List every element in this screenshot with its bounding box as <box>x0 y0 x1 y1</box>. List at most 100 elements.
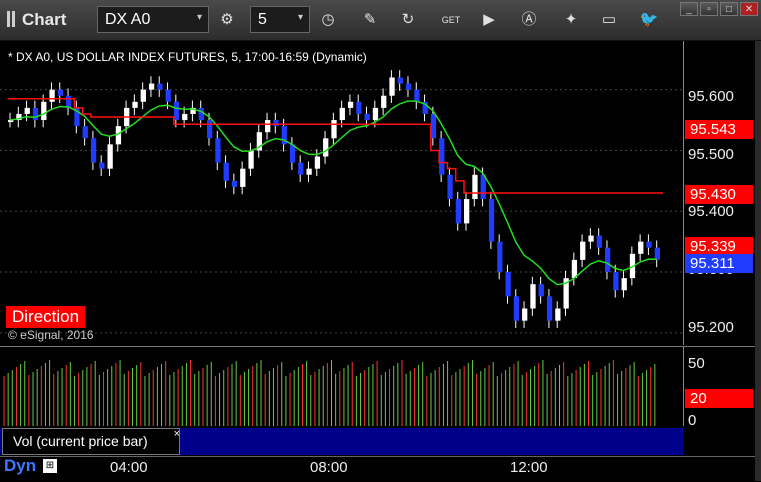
candle <box>24 107 30 114</box>
candle <box>248 150 254 169</box>
candle <box>206 120 213 139</box>
candle <box>223 162 229 181</box>
candle <box>347 101 354 108</box>
twitter-icon[interactable]: 🐦 <box>638 9 660 31</box>
candle <box>638 241 644 254</box>
candle <box>339 107 345 121</box>
candle <box>140 89 146 102</box>
candle <box>99 162 105 169</box>
volume-study-label[interactable]: Vol (current price bar) × <box>2 428 180 455</box>
candle <box>182 113 188 121</box>
restore-button[interactable]: ▫ <box>700 2 718 16</box>
candle <box>488 199 495 242</box>
candle <box>654 247 660 260</box>
candle <box>148 83 155 90</box>
candle <box>198 107 204 121</box>
price-tick: 95.500 <box>688 146 734 163</box>
candle <box>331 120 337 139</box>
dyn-label[interactable]: Dyn <box>4 456 36 476</box>
candle <box>621 278 627 291</box>
candle <box>273 120 279 127</box>
volume-panel[interactable] <box>0 346 683 426</box>
candle <box>646 241 652 248</box>
interval-input[interactable]: 5 ▾ <box>250 6 310 33</box>
red-stop-line <box>8 98 663 194</box>
clock-icon[interactable]: ◷ <box>317 9 339 31</box>
price-tag: 95.430 <box>685 185 753 204</box>
settings-icon[interactable]: ⚙ <box>216 9 238 31</box>
price-tag: 95.543 <box>685 120 753 139</box>
candle <box>389 77 395 96</box>
maximize-button[interactable]: □ <box>720 2 738 16</box>
time-tick: 04:00 <box>110 459 148 476</box>
lock-icon[interactable]: ⊞ <box>43 459 57 473</box>
candle <box>596 235 602 248</box>
price-panel[interactable] <box>0 41 683 345</box>
candle <box>32 107 39 121</box>
price-chart[interactable] <box>0 41 683 345</box>
candle <box>397 77 403 84</box>
candle <box>472 174 478 200</box>
window-title: Chart <box>22 10 67 29</box>
candle <box>555 308 561 321</box>
price-tick: 95.600 <box>688 88 734 105</box>
chart-header: * DX A0, US DOLLAR INDEX FUTURES, 5, 17:… <box>8 50 367 64</box>
candle <box>580 241 586 260</box>
direction-label: Direction <box>6 306 86 328</box>
chevron-down-icon[interactable]: ▾ <box>197 12 202 23</box>
candle <box>604 247 611 273</box>
candle <box>464 199 470 224</box>
pencil-icon[interactable]: ✎ <box>359 9 381 31</box>
volume-tick: 50 <box>688 355 705 372</box>
volume-chart[interactable] <box>0 347 683 426</box>
tools-icon[interactable]: ✦ <box>560 9 582 31</box>
candle <box>372 107 379 121</box>
get-icon[interactable]: GET <box>440 9 462 31</box>
last-price-tag: 95.311 <box>685 254 753 273</box>
candle <box>430 113 437 139</box>
volume-tick: 0 <box>688 412 697 429</box>
candle <box>513 296 520 321</box>
candle <box>364 113 370 121</box>
candle <box>240 168 246 187</box>
candle <box>265 120 271 133</box>
candle <box>405 83 412 90</box>
symbol-input[interactable]: DX A0 ▾ <box>97 6 209 33</box>
candle <box>298 162 304 175</box>
candle <box>157 83 163 90</box>
candle <box>173 101 180 121</box>
minimize-button[interactable]: _ <box>680 2 698 16</box>
comment-icon[interactable]: ▭ <box>598 9 620 31</box>
candle <box>613 272 619 291</box>
candle <box>538 284 544 297</box>
a-icon[interactable]: Ⓐ <box>518 9 540 31</box>
candle <box>414 89 420 102</box>
candle <box>546 296 553 321</box>
title-bar: Chart DX A0 ▾ ⚙ 5 ▾ ◷ ✎ ↻ GET ▶ Ⓐ ✦ ▭ 🐦 … <box>0 0 761 41</box>
candle <box>530 284 536 309</box>
candle <box>522 308 528 321</box>
price-tick: 95.200 <box>688 319 734 336</box>
close-icon[interactable]: × <box>174 428 180 440</box>
candle <box>165 89 171 102</box>
candle <box>381 95 387 108</box>
candle <box>115 126 122 145</box>
candle <box>215 138 221 163</box>
candle <box>571 259 578 279</box>
grip-icon[interactable] <box>7 11 17 27</box>
candle <box>588 235 594 242</box>
play-icon[interactable]: ▶ <box>478 9 500 31</box>
refresh-icon[interactable]: ↻ <box>397 9 419 31</box>
candle <box>41 101 47 121</box>
candle <box>57 89 64 96</box>
candle <box>505 272 511 297</box>
volume-study-title: Vol (current price bar) <box>13 433 148 449</box>
chevron-down-icon[interactable]: ▾ <box>298 12 303 23</box>
volume-tag: 20 <box>685 389 753 408</box>
close-button[interactable]: ✕ <box>740 2 758 16</box>
price-tick: 95.400 <box>688 203 734 220</box>
candle <box>323 138 329 157</box>
candle <box>447 174 453 200</box>
time-tick: 08:00 <box>310 459 348 476</box>
candle <box>439 138 445 175</box>
